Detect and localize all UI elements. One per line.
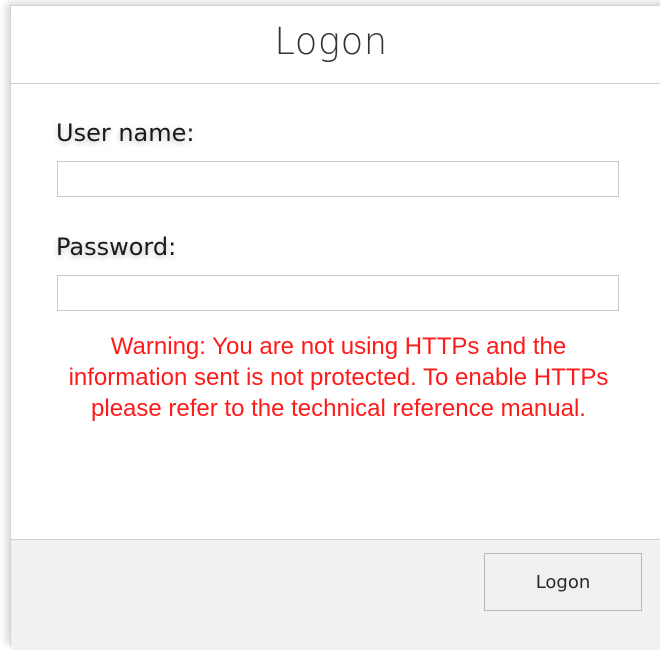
password-field[interactable]: [57, 275, 619, 311]
https-warning-message: Warning: You are not using HTTPs and the…: [68, 333, 609, 422]
dialog-header: Logon: [11, 6, 660, 84]
password-label: Password:: [56, 233, 177, 261]
dialog-title: Logon: [274, 20, 388, 63]
logon-button[interactable]: Logon: [484, 553, 642, 611]
username-field[interactable]: [57, 161, 619, 197]
dialog-footer: Logon: [11, 539, 660, 650]
logon-dialog: Logon User name: Password: Warning: You …: [10, 5, 660, 650]
username-label: User name:: [56, 119, 195, 147]
